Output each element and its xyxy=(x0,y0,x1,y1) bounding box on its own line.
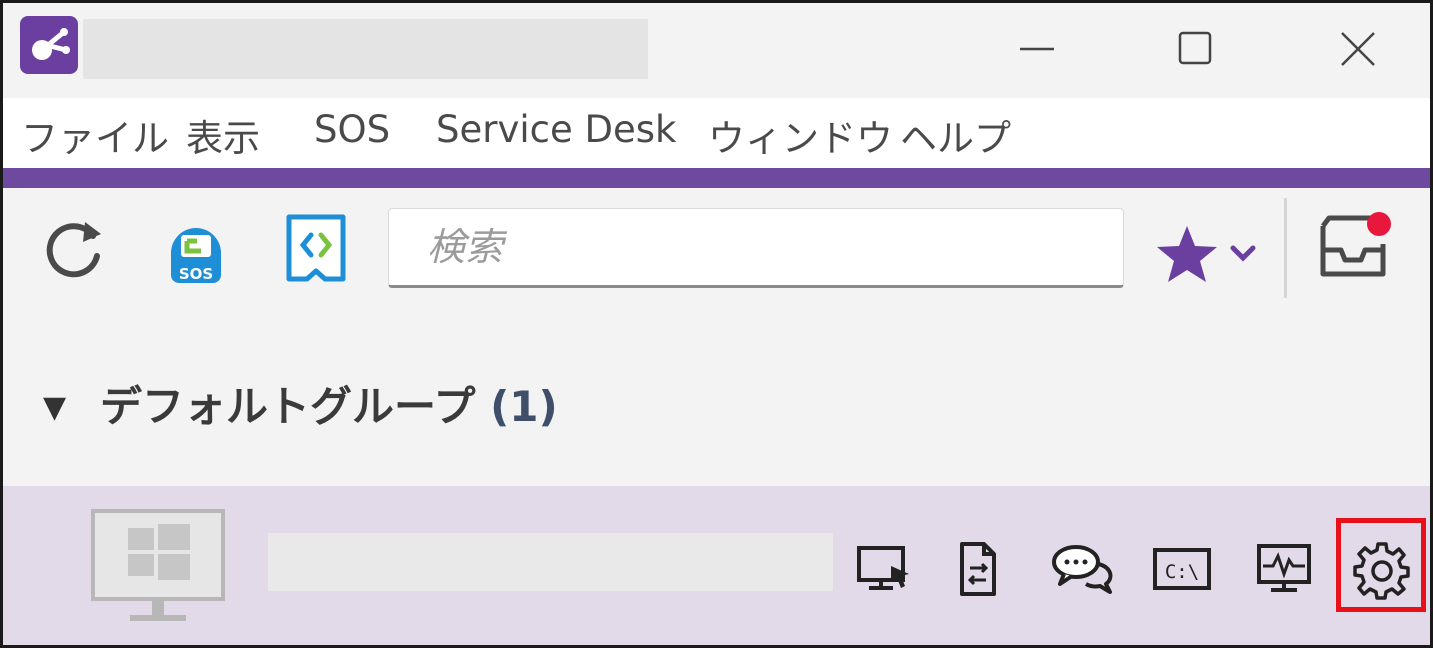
notification-dot xyxy=(1367,212,1391,236)
app-window: ファイル 表示 SOS Service Desk ウィンドウ ヘルプ SOS 検… xyxy=(0,0,1433,648)
menu-service-desk[interactable]: Service Desk xyxy=(436,108,676,151)
title-bar xyxy=(3,3,1430,98)
sos-badge-text: SOS xyxy=(179,265,213,283)
menu-view[interactable]: 表示 xyxy=(186,108,260,162)
accent-divider xyxy=(3,168,1430,188)
group-count: (1) xyxy=(490,382,558,431)
windows-computer-icon xyxy=(90,508,228,630)
maximize-button[interactable] xyxy=(1165,23,1225,73)
device-name-redacted xyxy=(268,533,833,591)
search-field[interactable] xyxy=(388,208,1124,288)
sos-icon[interactable]: SOS xyxy=(161,213,231,289)
search-input[interactable] xyxy=(389,209,1123,285)
device-row[interactable]: C:\ xyxy=(3,486,1430,645)
group-name: デフォルトグループ xyxy=(100,382,476,431)
chevron-down-icon xyxy=(1230,245,1256,262)
chat-icon[interactable] xyxy=(1050,538,1113,600)
group-header[interactable]: ▼ デフォルトグループ (1) xyxy=(3,353,1430,463)
refresh-icon[interactable] xyxy=(41,216,107,286)
star-icon xyxy=(1157,226,1217,282)
menu-window[interactable]: ウィンドウ xyxy=(708,108,893,162)
group-title: デフォルトグループ (1) xyxy=(100,373,558,434)
inbox-icon[interactable] xyxy=(1313,208,1393,288)
system-monitor-icon[interactable] xyxy=(1253,538,1315,600)
window-title-redacted xyxy=(83,19,648,79)
close-button[interactable] xyxy=(1328,23,1388,73)
toolbar: SOS xyxy=(3,188,1430,303)
toolbar-divider xyxy=(1284,198,1287,298)
service-desk-icon[interactable] xyxy=(285,213,347,287)
menu-help[interactable]: ヘルプ xyxy=(900,108,1011,162)
collapse-toggle-icon[interactable]: ▼ xyxy=(43,390,66,425)
command-prompt-text: C:\ xyxy=(1165,561,1199,583)
settings-highlight-box xyxy=(1336,518,1426,612)
file-transfer-icon[interactable] xyxy=(946,538,1008,600)
command-prompt-icon[interactable]: C:\ xyxy=(1151,538,1213,600)
menu-bar: ファイル 表示 SOS Service Desk ウィンドウ ヘルプ xyxy=(3,98,1430,168)
app-logo-icon xyxy=(20,16,78,74)
menu-file[interactable]: ファイル xyxy=(21,108,169,162)
minimize-button[interactable] xyxy=(1006,23,1066,73)
menu-sos[interactable]: SOS xyxy=(314,108,390,151)
favorites-dropdown[interactable] xyxy=(1153,224,1263,288)
remote-control-icon[interactable] xyxy=(853,538,915,600)
